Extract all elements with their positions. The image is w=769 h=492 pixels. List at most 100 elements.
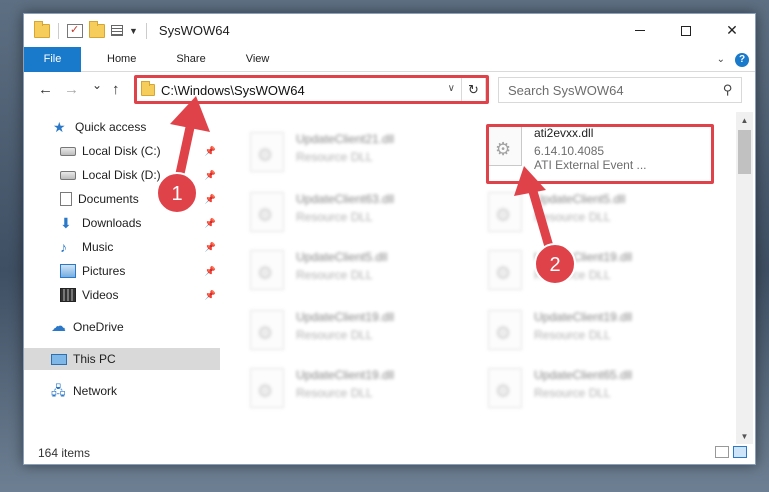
- scroll-up-icon[interactable]: ▲: [736, 112, 753, 128]
- drive-icon: [60, 170, 76, 180]
- sidebar-item-network[interactable]: 🖧 Network: [24, 380, 220, 402]
- dll-file-icon: [250, 250, 284, 290]
- file-name: UpdateClient5.dll: [296, 250, 388, 264]
- sidebar-item-pictures[interactable]: Pictures 📌: [24, 260, 220, 282]
- pin-icon[interactable]: 📌: [205, 266, 216, 277]
- sidebar-item-label: Documents: [78, 192, 139, 206]
- file-name: UpdateClient65.dll: [534, 368, 633, 382]
- details-view-icon[interactable]: [715, 446, 729, 458]
- toolbar-dropdown-icon[interactable]: ▼: [129, 26, 138, 36]
- sidebar-item-label: Quick access: [75, 120, 147, 134]
- pin-icon[interactable]: 📌: [205, 290, 216, 301]
- tab-home[interactable]: Home: [93, 53, 150, 65]
- sidebar-item-onedrive[interactable]: ☁ OneDrive: [24, 316, 220, 338]
- pictures-icon: [60, 264, 76, 278]
- dll-file-icon: [250, 310, 284, 350]
- tab-view[interactable]: View: [232, 53, 284, 65]
- computer-icon: [51, 353, 67, 365]
- sidebar-item-videos[interactable]: Videos 📌: [24, 284, 220, 306]
- search-placeholder: Search SysWOW64: [508, 82, 624, 98]
- sidebar-item-local-disk-d[interactable]: Local Disk (D:) 📌: [24, 164, 220, 186]
- sidebar-item-label: This PC: [73, 352, 116, 366]
- sidebar-item-music[interactable]: ♪ Music 📌: [24, 236, 220, 258]
- vertical-scrollbar[interactable]: ▲ ▼: [736, 112, 753, 444]
- sidebar-item-this-pc[interactable]: This PC: [24, 348, 220, 370]
- pin-icon[interactable]: 📌: [205, 146, 216, 157]
- maximize-button[interactable]: [663, 14, 709, 47]
- file-name: UpdateClient63.dll: [296, 192, 395, 206]
- properties-icon[interactable]: [67, 23, 83, 38]
- file-item[interactable]: UpdateClient5.dll Resource DLL: [250, 244, 480, 294]
- expand-ribbon-icon[interactable]: ⌄: [717, 54, 725, 65]
- forward-button[interactable]: →: [64, 81, 79, 98]
- file-item[interactable]: UpdateClient19.dll Resource DLL: [250, 362, 480, 412]
- quick-access-toolbar: ▼: [24, 20, 149, 39]
- file-highlight-box: [486, 124, 714, 184]
- dll-file-icon: [488, 250, 522, 290]
- tab-share[interactable]: Share: [162, 53, 219, 65]
- file-item[interactable]: UpdateClient19.dll Resource DLL: [250, 304, 480, 354]
- toolbar-divider: [58, 22, 59, 39]
- pin-icon[interactable]: 📌: [205, 194, 216, 205]
- file-description: Resource DLL: [534, 268, 611, 282]
- file-description: Resource DLL: [534, 386, 611, 400]
- music-icon: ♪: [60, 239, 67, 255]
- dll-file-icon: [250, 368, 284, 408]
- navigation-bar: ← → ⌄ ↑ C:\Windows\SysWOW64 ∨ ↻ Search S…: [24, 73, 755, 106]
- help-icon[interactable]: ?: [735, 52, 749, 67]
- file-description: Resource DLL: [534, 210, 611, 224]
- dll-file-icon: [488, 310, 522, 350]
- caption-buttons: ✕: [617, 14, 755, 47]
- file-description: Resource DLL: [296, 268, 373, 282]
- file-name: UpdateClient19.dll: [296, 368, 395, 382]
- folder-icon: [34, 20, 50, 38]
- minimize-button[interactable]: [617, 14, 663, 47]
- file-item[interactable]: UpdateClient19.dll Resource DLL: [488, 304, 718, 354]
- file-description: Resource DLL: [296, 328, 373, 342]
- large-icons-view-icon[interactable]: [733, 446, 747, 458]
- file-item[interactable]: UpdateClient63.dll Resource DLL: [250, 186, 480, 236]
- dll-file-icon: [488, 192, 522, 232]
- back-button[interactable]: ←: [38, 81, 53, 98]
- videos-icon: [60, 288, 76, 302]
- sidebar-item-quick-access[interactable]: ★ Quick access: [24, 116, 220, 138]
- recent-locations-button[interactable]: ⌄: [92, 78, 102, 92]
- search-box[interactable]: Search SysWOW64 ⚲: [498, 77, 742, 103]
- address-highlight-box: [134, 75, 489, 104]
- file-name: UpdateClient5.dll: [534, 192, 626, 206]
- search-icon[interactable]: ⚲: [723, 82, 733, 98]
- file-item[interactable]: UpdateClient65.dll Resource DLL: [488, 362, 718, 412]
- ribbon-right-controls: ⌄ ?: [717, 47, 749, 72]
- cloud-icon: ☁: [51, 318, 66, 335]
- close-button[interactable]: ✕: [709, 14, 755, 47]
- dll-file-icon: [250, 132, 284, 172]
- file-description: Resource DLL: [296, 210, 373, 224]
- new-folder-icon[interactable]: [89, 20, 105, 38]
- view-switcher: [715, 446, 747, 458]
- customize-icon[interactable]: [111, 25, 123, 36]
- file-item[interactable]: UpdateClient19.dll Resource DLL: [488, 244, 718, 294]
- network-icon: 🖧: [51, 383, 66, 398]
- sidebar-item-documents[interactable]: Documents 📌: [24, 188, 220, 210]
- file-item[interactable]: UpdateClient21.dll Resource DLL: [250, 126, 480, 176]
- pin-icon[interactable]: 📌: [205, 242, 216, 253]
- pin-icon[interactable]: 📌: [205, 170, 216, 181]
- pin-icon[interactable]: 📌: [205, 218, 216, 229]
- sidebar-item-local-disk-c[interactable]: Local Disk (C:) 📌: [24, 140, 220, 162]
- ribbon-tabs: File Home Share View ⌄ ?: [24, 46, 755, 72]
- up-button[interactable]: ↑: [112, 81, 120, 98]
- file-item[interactable]: UpdateClient5.dll Resource DLL: [488, 186, 718, 236]
- sidebar-item-label: Music: [82, 240, 114, 254]
- tab-file[interactable]: File: [24, 46, 81, 72]
- file-description: Resource DLL: [296, 150, 373, 164]
- documents-icon: [60, 192, 72, 206]
- file-name: UpdateClient21.dll: [296, 132, 395, 146]
- window-title: SysWOW64: [158, 23, 230, 38]
- dll-file-icon: [488, 368, 522, 408]
- toolbar-divider: [145, 22, 147, 39]
- item-count: 164 items: [38, 446, 91, 460]
- sidebar-item-downloads[interactable]: ⬇ Downloads 📌: [24, 212, 220, 234]
- file-name: UpdateClient19.dll: [534, 310, 633, 324]
- status-bar: 164 items: [24, 442, 755, 464]
- scrollbar-thumb[interactable]: [738, 130, 751, 174]
